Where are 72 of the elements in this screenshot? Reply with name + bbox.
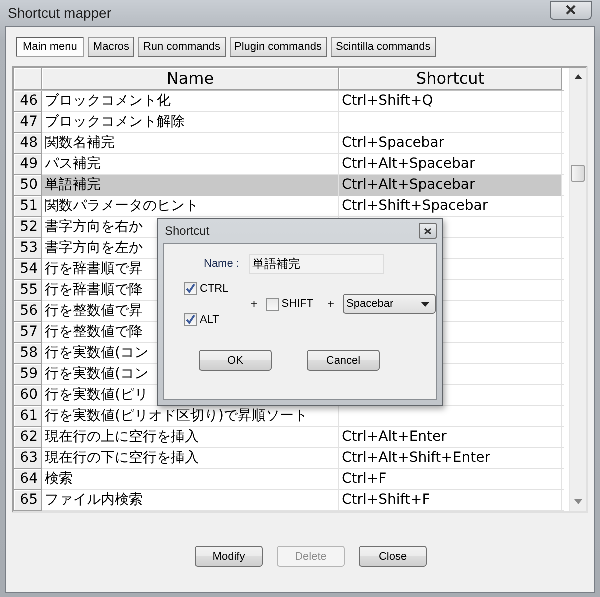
- column-header[interactable]: Shortcut: [339, 68, 562, 90]
- tab[interactable]: Macros: [88, 37, 134, 57]
- tab[interactable]: Scintilla commands: [330, 37, 436, 57]
- checkbox-label: CTRL: [200, 282, 229, 294]
- row-number: 61: [14, 406, 42, 427]
- table-cell[interactable]: 関数名補完: [42, 133, 339, 154]
- tab[interactable]: Plugin commands: [230, 37, 327, 57]
- dialog-button[interactable]: OK: [199, 350, 272, 371]
- tab[interactable]: Run commands: [138, 37, 226, 57]
- table-cell[interactable]: Ctrl+Shift+F: [339, 490, 562, 511]
- row-number: 48: [14, 133, 42, 154]
- plus-sign: +: [328, 297, 335, 311]
- table-cell[interactable]: Ctrl+Alt+Spacebar: [339, 175, 562, 196]
- dialog-button[interactable]: Cancel: [307, 350, 380, 371]
- row-number: 58: [14, 343, 42, 364]
- table-cell[interactable]: ブロックコメント化: [42, 91, 339, 112]
- checkbox[interactable]: [184, 313, 197, 326]
- row-number: 51: [14, 196, 42, 217]
- row-number: 56: [14, 301, 42, 322]
- row-number: 46: [14, 91, 42, 112]
- name-field[interactable]: 単語補完: [249, 254, 384, 274]
- checkmark-icon: [185, 283, 196, 294]
- name-label: Name :: [204, 258, 240, 270]
- table-cell[interactable]: ブロックコメント解除: [42, 112, 339, 133]
- dialog-button[interactable]: Modify: [195, 546, 263, 567]
- table-cell[interactable]: 現在行の上に空行を挿入: [42, 427, 339, 448]
- table-cell[interactable]: ファイル内検索: [42, 490, 339, 511]
- checkmark-icon: [185, 314, 196, 325]
- row-number: 50: [14, 175, 42, 196]
- key-dropdown[interactable]: Spacebar: [342, 294, 436, 314]
- table-cell[interactable]: Ctrl+Alt+Enter: [339, 427, 562, 448]
- checkbox-label: ALT: [200, 314, 220, 326]
- row-number: 65: [14, 490, 42, 511]
- row-number: 49: [14, 154, 42, 175]
- table-cell[interactable]: 現在行の下に空行を挿入: [42, 448, 339, 469]
- table-cell[interactable]: Ctrl+Alt+Shift+Enter: [339, 448, 562, 469]
- row-number: 59: [14, 364, 42, 385]
- close-icon: [565, 5, 577, 15]
- table-cell[interactable]: Ctrl+Shift+Spacebar: [339, 196, 562, 217]
- close-button[interactable]: [419, 223, 437, 239]
- row-number: 64: [14, 469, 42, 490]
- column-header[interactable]: Name: [42, 68, 339, 90]
- table-cell[interactable]: Ctrl+Spacebar: [339, 133, 562, 154]
- dialog-title: Shortcut: [164, 224, 210, 238]
- table-cell[interactable]: 検索: [42, 469, 339, 490]
- row-number: 57: [14, 322, 42, 343]
- scroll-up-icon[interactable]: [574, 74, 582, 80]
- window-title: Shortcut mapper: [8, 5, 112, 21]
- row-number: 54: [14, 259, 42, 280]
- table-cell[interactable]: 関数パラメータのヒント: [42, 196, 339, 217]
- tab[interactable]: Main menu: [16, 37, 84, 57]
- checkbox[interactable]: [266, 298, 279, 310]
- row-number: 60: [14, 385, 42, 406]
- row-number: 62: [14, 427, 42, 448]
- row-number: 47: [14, 112, 42, 133]
- row-number: 52: [14, 217, 42, 238]
- table-cell[interactable]: 単語補完: [42, 175, 339, 196]
- dialog-button[interactable]: Close: [359, 546, 427, 567]
- row-number: 53: [14, 238, 42, 259]
- close-button[interactable]: [550, 0, 592, 20]
- row-number: 55: [14, 280, 42, 301]
- scroll-thumb[interactable]: [571, 165, 585, 182]
- row-number: 63: [14, 448, 42, 469]
- table-cell[interactable]: Ctrl+Shift+Q: [339, 91, 562, 112]
- scrollbar[interactable]: [569, 68, 586, 511]
- checkbox[interactable]: [184, 282, 197, 295]
- plus-sign: +: [250, 297, 258, 311]
- close-icon: [424, 228, 432, 234]
- table-cell[interactable]: Ctrl+F: [339, 469, 562, 490]
- checkbox-label: SHIFT: [282, 298, 314, 310]
- scroll-down-icon[interactable]: [574, 499, 582, 505]
- caret-icon: [421, 302, 430, 306]
